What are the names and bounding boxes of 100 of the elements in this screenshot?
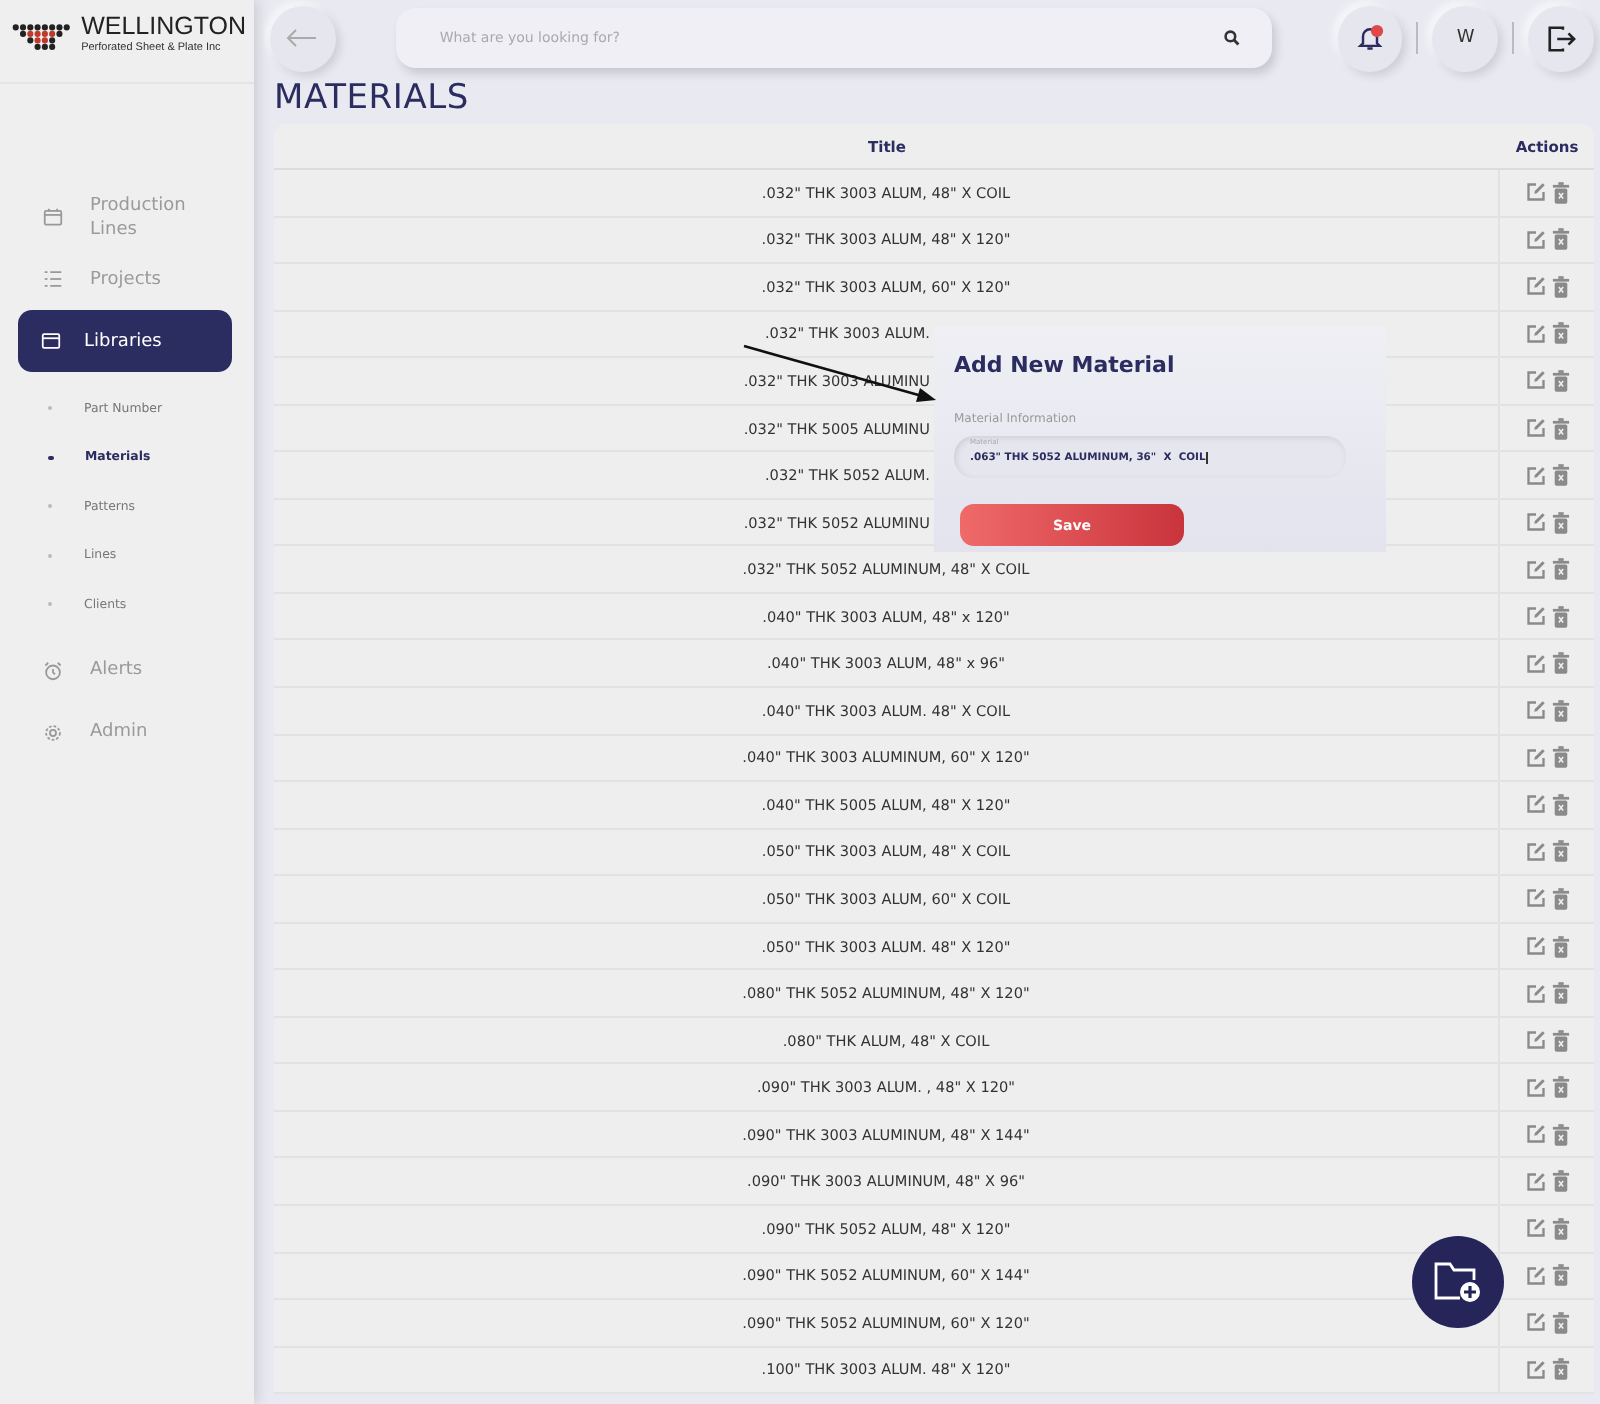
edit-button[interactable] (1525, 606, 1545, 627)
edit-button[interactable] (1525, 841, 1545, 862)
nav-item[interactable]: Alerts (0, 639, 254, 701)
edit-button[interactable] (1525, 229, 1545, 250)
trash-icon (1551, 181, 1569, 204)
back-arrow-icon (286, 28, 319, 48)
delete-button[interactable] (1551, 1170, 1569, 1193)
edit-icon (1525, 606, 1545, 627)
trash-icon (1551, 652, 1569, 675)
calendar-icon (42, 206, 64, 228)
nav-item[interactable]: Admin (0, 701, 254, 763)
delete-button[interactable] (1551, 369, 1569, 392)
trash-icon (1551, 699, 1569, 722)
edit-button[interactable] (1525, 1030, 1545, 1051)
logout-icon (1546, 23, 1577, 53)
user-avatar[interactable]: W (1432, 5, 1499, 71)
delete-button[interactable] (1551, 1123, 1569, 1146)
edit-button[interactable] (1525, 1171, 1545, 1192)
edit-button[interactable] (1525, 323, 1545, 344)
edit-button[interactable] (1525, 418, 1545, 438)
logout-button[interactable] (1528, 5, 1594, 71)
edit-button[interactable] (1525, 1312, 1545, 1333)
trash-icon (1551, 228, 1569, 251)
trash-icon (1551, 464, 1569, 487)
edit-icon (1525, 418, 1545, 438)
delete-button[interactable] (1551, 699, 1569, 722)
delete-button[interactable] (1551, 652, 1569, 675)
edit-icon (1525, 841, 1545, 862)
edit-button[interactable] (1525, 700, 1545, 721)
bell-icon (1355, 24, 1384, 52)
back-button[interactable] (270, 5, 336, 71)
edit-button[interactable] (1525, 983, 1545, 1004)
edit-button[interactable] (1525, 653, 1545, 674)
delete-button[interactable] (1551, 1311, 1569, 1334)
edit-button[interactable] (1525, 559, 1545, 580)
delete-button[interactable] (1551, 181, 1569, 204)
edit-button[interactable] (1525, 1124, 1545, 1145)
trash-icon (1551, 1311, 1569, 1334)
edit-button[interactable] (1525, 465, 1545, 486)
edit-button[interactable] (1525, 1218, 1545, 1239)
edit-icon (1525, 323, 1545, 344)
edit-icon (1525, 182, 1545, 203)
delete-button[interactable] (1551, 982, 1569, 1005)
edit-icon (1525, 465, 1545, 486)
edit-button[interactable] (1525, 276, 1545, 297)
trash-icon (1551, 558, 1569, 581)
edit-button[interactable] (1525, 512, 1545, 533)
edit-icon (1525, 888, 1545, 909)
edit-button[interactable] (1525, 1077, 1545, 1098)
nav-item[interactable]: Production Lines (0, 186, 254, 248)
trash-icon (1551, 275, 1569, 298)
delete-button[interactable] (1551, 1029, 1569, 1052)
edit-button[interactable] (1525, 936, 1545, 957)
edit-icon (1525, 1171, 1545, 1192)
trash-icon (1551, 1076, 1569, 1099)
delete-button[interactable] (1551, 511, 1569, 534)
delete-button[interactable] (1551, 275, 1569, 298)
nav-item[interactable]: Projects (0, 248, 254, 310)
delete-button[interactable] (1551, 322, 1569, 345)
delete-button[interactable] (1551, 558, 1569, 581)
delete-button[interactable] (1551, 746, 1569, 769)
edit-icon (1525, 1124, 1545, 1145)
delete-button[interactable] (1551, 605, 1569, 628)
edit-button[interactable] (1525, 370, 1545, 391)
trash-icon (1551, 1217, 1569, 1240)
edit-button[interactable] (1525, 794, 1545, 815)
edit-button[interactable] (1525, 1265, 1545, 1286)
delete-button[interactable] (1551, 935, 1569, 958)
edit-icon (1525, 1077, 1545, 1098)
edit-icon (1525, 276, 1545, 297)
edit-button[interactable] (1525, 182, 1545, 203)
logo-icon (10, 20, 76, 52)
delete-button[interactable] (1551, 228, 1569, 251)
trash-icon (1551, 746, 1569, 769)
delete-button[interactable] (1551, 1217, 1569, 1240)
edit-icon (1525, 1265, 1545, 1286)
edit-button[interactable] (1525, 888, 1545, 909)
delete-button[interactable] (1551, 840, 1569, 863)
trash-icon (1551, 793, 1569, 816)
folder-plus-icon (1432, 1260, 1484, 1304)
search-icon (1223, 30, 1240, 46)
trash-icon (1551, 1029, 1569, 1052)
delete-button[interactable] (1551, 464, 1569, 487)
alarm-clock-icon (42, 659, 64, 681)
delete-button[interactable] (1551, 1358, 1569, 1381)
delete-button[interactable] (1551, 1264, 1569, 1287)
edit-button[interactable] (1525, 747, 1545, 768)
delete-button[interactable] (1551, 1076, 1569, 1099)
delete-button[interactable] (1551, 417, 1569, 439)
window-icon (40, 330, 62, 352)
trash-icon (1551, 369, 1569, 392)
edit-button[interactable] (1525, 1359, 1545, 1380)
brand-name: WELLINGTON (81, 14, 246, 40)
delete-button[interactable] (1551, 887, 1569, 910)
edit-icon (1525, 653, 1545, 674)
nav-item[interactable]: Libraries (18, 310, 232, 372)
delete-button[interactable] (1551, 793, 1569, 816)
notifications-button[interactable] (1337, 5, 1403, 71)
edit-icon (1525, 229, 1545, 250)
edit-icon (1525, 1312, 1545, 1333)
